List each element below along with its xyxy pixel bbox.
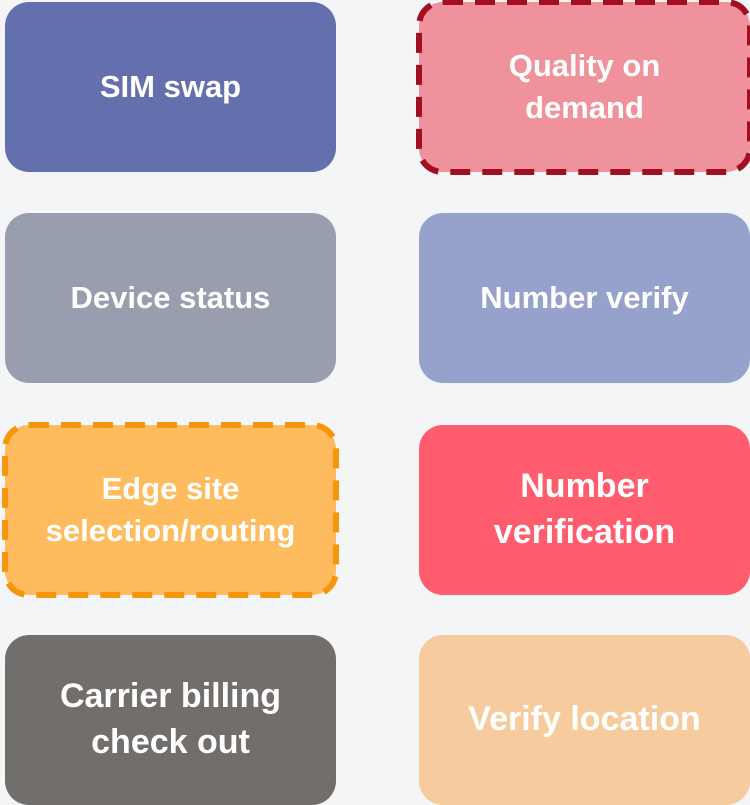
tile-label: Device status — [70, 280, 271, 316]
tile-label: Quality on demand — [509, 45, 661, 129]
tile-label: Edge site selection/routing — [46, 468, 296, 552]
tile-number-verification: Number verification — [419, 425, 750, 595]
tile-label-line: Edge site — [101, 471, 240, 507]
tile-carrier-billing: Carrier billing check out — [5, 635, 336, 805]
tile-quality-on-demand: Quality on demand — [416, 0, 750, 175]
tile-label: SIM swap — [99, 69, 242, 105]
tile-label-line: selection/routing — [45, 513, 296, 548]
tile-label: Number verify — [480, 280, 689, 316]
tile-label-line: check out — [91, 723, 250, 761]
tile-number-verify: Number verify — [419, 213, 750, 383]
tile-sim-swap: SIM swap — [5, 2, 336, 172]
tile-edge-site-selection: Edge site selection/routing — [2, 422, 339, 598]
tile-label-line: demand — [525, 90, 644, 125]
tile-label-line: verification — [493, 513, 676, 551]
tile-verify-location: Verify location — [419, 635, 750, 805]
tile-label: Verify location — [468, 700, 701, 739]
tile-label: Number verification — [494, 464, 675, 556]
tile-device-status: Device status — [5, 213, 336, 383]
tile-label-line: Number — [520, 467, 649, 506]
tile-label-line: Carrier billing — [59, 677, 282, 716]
tile-label-line: Quality on — [508, 48, 661, 84]
tile-label: Carrier billing check out — [60, 674, 281, 766]
